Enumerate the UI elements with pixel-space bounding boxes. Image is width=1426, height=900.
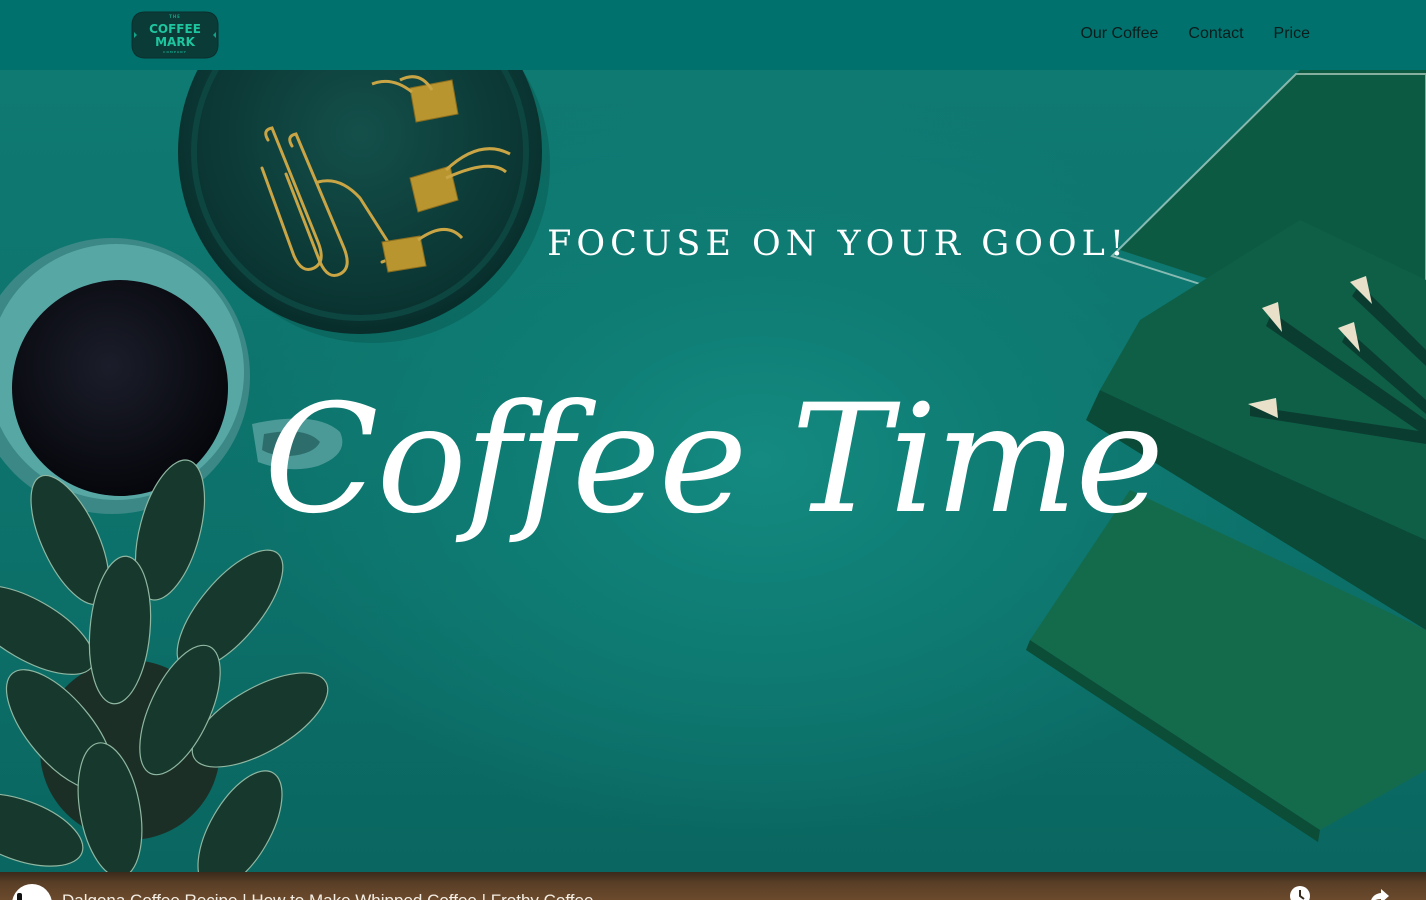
nav-link-contact[interactable]: Contact xyxy=(1188,24,1243,44)
main-nav: Our Coffee Contact Price xyxy=(1080,24,1310,44)
video-title[interactable]: Dalgona Coffee Recipe | How to Make Whip… xyxy=(62,891,593,900)
hero-section: FOCUSE ON YOUR GOOL! Coffee Time xyxy=(0,70,1426,872)
coffee-mark-logo[interactable]: THE COFFEE MARK COMPANY xyxy=(131,10,219,60)
watch-later-icon[interactable] xyxy=(1289,885,1311,900)
logo-bottom-text: COMPANY xyxy=(163,50,187,54)
hero-title: Coffee Time xyxy=(263,373,1164,547)
embedded-video-header[interactable]: Dalgona Coffee Recipe | How to Make Whip… xyxy=(0,872,1426,900)
logo-line-2: MARK xyxy=(155,35,195,49)
logo-line-1: COFFEE xyxy=(149,22,201,36)
logo-top-text: THE xyxy=(169,14,181,19)
channel-avatar[interactable] xyxy=(12,884,52,900)
nav-link-price[interactable]: Price xyxy=(1274,24,1310,44)
page: THE COFFEE MARK COMPANY Our Coffee Conta… xyxy=(0,0,1426,900)
hero-tagline: FOCUSE ON YOUR GOOL! xyxy=(547,224,1129,264)
share-icon[interactable] xyxy=(1368,885,1390,900)
nav-link-our-coffee[interactable]: Our Coffee xyxy=(1080,24,1158,44)
top-navbar: THE COFFEE MARK COMPANY Our Coffee Conta… xyxy=(0,0,1426,70)
